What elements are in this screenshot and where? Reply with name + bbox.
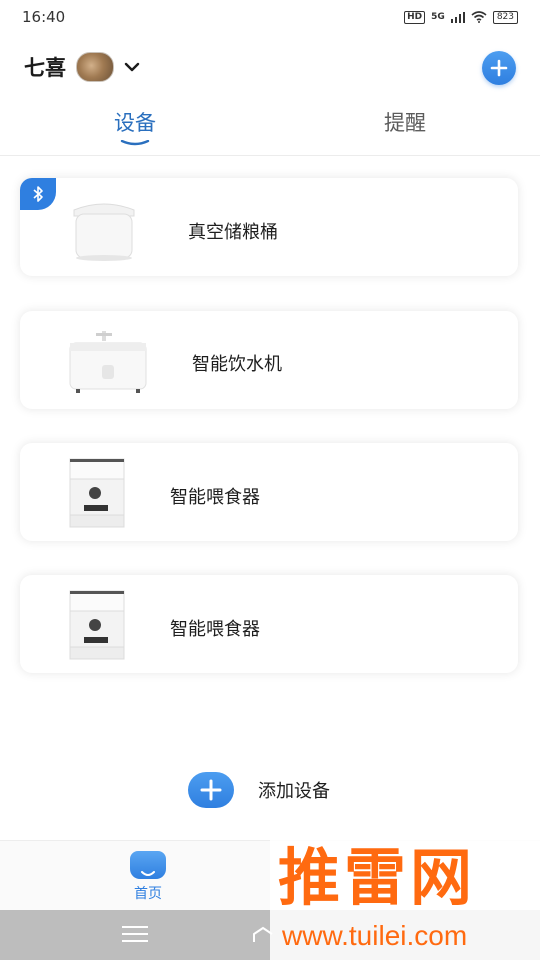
add-button[interactable] — [482, 51, 516, 85]
device-card[interactable]: 智能饮水机 — [20, 311, 518, 409]
hd-badge: HD — [404, 10, 426, 24]
device-name: 智能饮水机 — [192, 354, 282, 375]
add-device-label: 添加设备 — [258, 781, 330, 802]
network-type: 5G — [431, 12, 445, 22]
tab-home-label: 首页 — [134, 886, 162, 902]
pet-feeder-image — [69, 590, 125, 660]
app-header: 七喜 — [0, 38, 540, 96]
pet-avatar[interactable] — [76, 52, 114, 82]
menu-icon[interactable] — [122, 926, 148, 944]
watermark-brand: 推雷网 — [278, 841, 477, 914]
watermark-url: www.tuilei.com — [282, 920, 468, 951]
plus-icon — [490, 59, 508, 77]
tab-devices[interactable]: 设备 — [35, 100, 235, 155]
device-name: 智能喂食器 — [170, 619, 260, 640]
chevron-down-icon[interactable] — [124, 59, 140, 75]
device-card[interactable]: 智能喂食器 — [20, 443, 518, 541]
pet-feeder-image — [69, 458, 125, 528]
wifi-icon — [471, 11, 487, 23]
tab-bar: 设备 提醒 — [0, 100, 540, 156]
watermark: 推雷网 www.tuilei.com — [270, 840, 540, 960]
status-time: 16:40 — [22, 8, 66, 26]
home-icon — [130, 851, 166, 879]
storage-bucket-image — [73, 203, 135, 261]
battery-indicator: 823 — [492, 10, 518, 24]
tab-reminders-label: 提醒 — [384, 111, 426, 135]
tab-reminders[interactable]: 提醒 — [305, 100, 505, 155]
tab-home[interactable]: 首页 — [118, 851, 178, 907]
device-name: 真空储粮桶 — [188, 222, 278, 243]
tab-devices-label: 设备 — [114, 111, 156, 135]
pet-name[interactable]: 七喜 — [24, 52, 66, 82]
add-device-circle — [188, 772, 234, 808]
bluetooth-icon — [33, 186, 43, 202]
bluetooth-badge — [20, 178, 56, 210]
plus-icon — [200, 779, 222, 801]
device-card[interactable]: 真空储粮桶 — [20, 178, 518, 276]
device-card[interactable]: 智能喂食器 — [20, 575, 518, 673]
device-name: 智能喂食器 — [170, 487, 260, 508]
water-fountain-image — [69, 331, 147, 393]
status-bar: 16:40 HD 5G 823 — [0, 0, 540, 34]
status-indicators: HD 5G 823 — [404, 10, 518, 24]
tab-active-indicator — [120, 140, 150, 146]
signal-bars-icon — [450, 11, 465, 23]
add-device-button[interactable]: 添加设备 — [188, 770, 330, 810]
